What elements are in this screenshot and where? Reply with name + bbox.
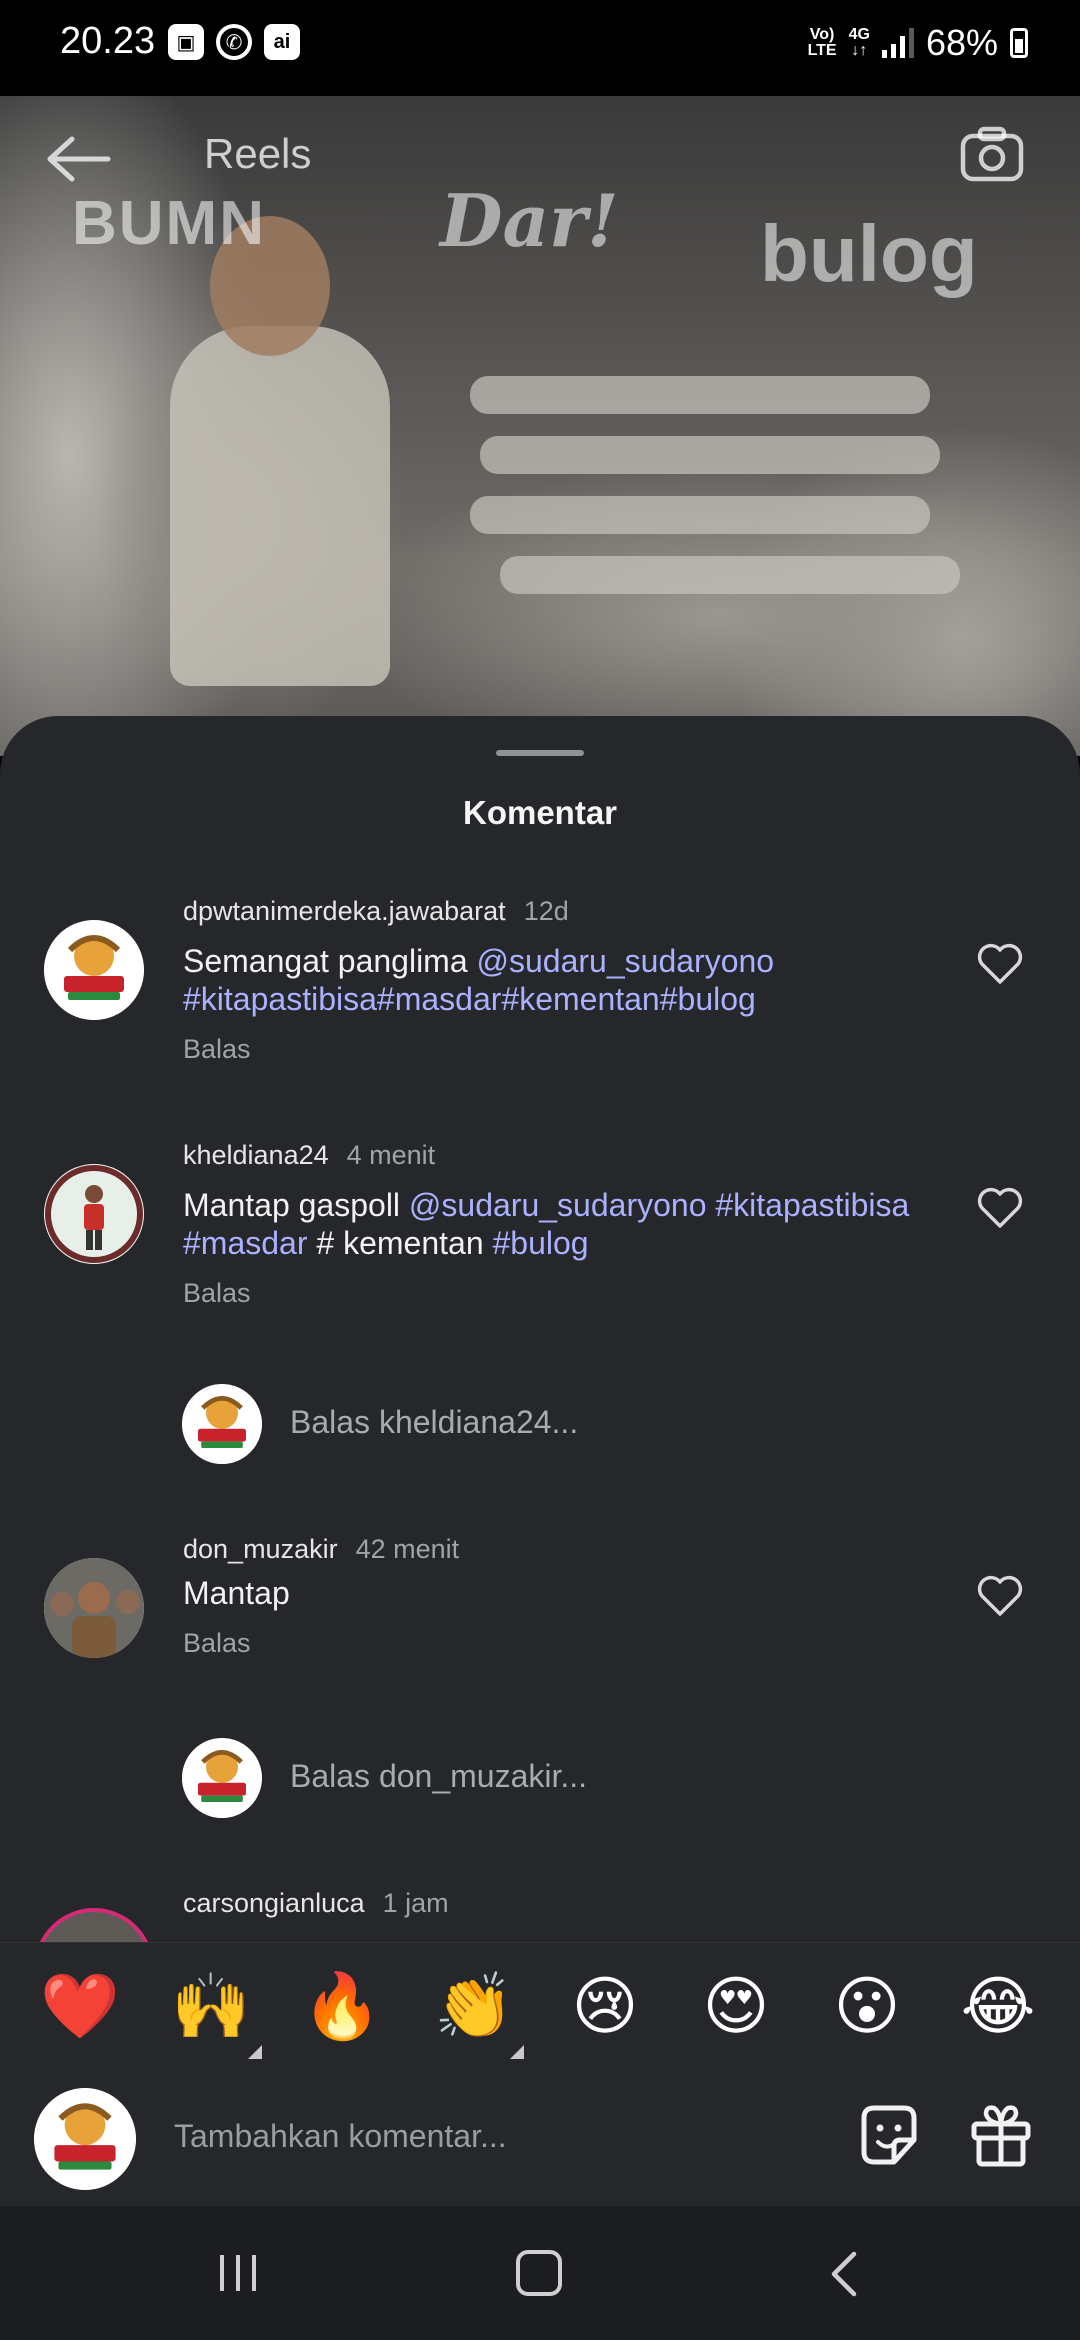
- comment-time: 12d: [523, 896, 569, 926]
- reply-input-placeholder[interactable]: Balas don_muzakir...: [290, 1758, 587, 1795]
- my-avatar-small: [182, 1384, 262, 1464]
- volte-indicator: Vo) LTE: [807, 26, 837, 59]
- avatar[interactable]: [44, 1164, 144, 1264]
- tani-merdeka-logo: [44, 920, 144, 1020]
- comment-item: don_muzakir 42 menit Mantap Balas: [0, 1534, 1080, 1664]
- hashtag-link[interactable]: #masdar: [183, 1225, 308, 1261]
- comment-text: Mantap: [183, 1575, 290, 1611]
- comment-input[interactable]: Tambahkan komentar...: [174, 2118, 507, 2155]
- user-photo: [44, 1558, 144, 1658]
- raising-hands-emoji[interactable]: 🙌: [171, 1967, 251, 2047]
- back-arrow-icon[interactable]: [44, 134, 114, 184]
- whatsapp-icon: ✆: [216, 24, 252, 60]
- skin-tone-indicator: [510, 2045, 524, 2059]
- recent-apps-icon[interactable]: [216, 2252, 260, 2294]
- reply-button[interactable]: Balas: [183, 1628, 251, 1659]
- rice-sacks: [500, 556, 960, 594]
- heart-emoji[interactable]: ❤️: [40, 1967, 120, 2047]
- laughing-emoji[interactable]: 😂: [958, 1967, 1038, 2047]
- battery-icon: [1010, 28, 1028, 58]
- comment-text: Mantap gaspoll @sudaru_sudaryono #kitapa…: [183, 1187, 910, 1261]
- quick-emoji-bar: ❤️ 🙌 🔥 👏 😢 😍 😮 😂: [0, 1942, 1080, 2074]
- comment-username[interactable]: kheldiana24: [183, 1140, 329, 1170]
- battery-percent: 68%: [925, 22, 998, 63]
- reply-prompt[interactable]: Balas don_muzakir...: [0, 1738, 1080, 1818]
- comment-meta: carsongianluca 1 jam: [183, 1888, 449, 1919]
- surprised-emoji[interactable]: 😮: [827, 1967, 907, 2047]
- comment-time: 42 menit: [355, 1534, 460, 1564]
- comment-time: 4 menit: [346, 1140, 436, 1170]
- worker-figure: [170, 326, 390, 686]
- hashtag-link[interactable]: #bulog: [493, 1225, 589, 1261]
- skin-tone-indicator: [248, 2045, 262, 2059]
- comment-meta: don_muzakir 42 menit: [183, 1534, 459, 1565]
- avatar[interactable]: [44, 920, 144, 1020]
- clapping-emoji[interactable]: 👏: [434, 1967, 514, 2047]
- reels-title: Reels: [204, 130, 312, 177]
- notification-icons: ▣ ✆ ai: [168, 24, 300, 60]
- home-icon[interactable]: [516, 2250, 562, 2296]
- heart-icon[interactable]: [976, 942, 1024, 986]
- 4g-indicator: 4G ↓↑: [848, 26, 870, 59]
- signal-icon: [881, 28, 914, 58]
- mention-link[interactable]: @sudaru_sudaryono: [477, 943, 775, 979]
- reel-video[interactable]: BUMN Dar! bulog Reels: [0, 96, 1080, 756]
- comment-meta: dpwtanimerdeka.jawabarat 12d: [183, 896, 569, 927]
- watermark-bulog: bulog: [760, 209, 978, 298]
- hashtag-links[interactable]: #kitapastibisa#masdar#kementan#bulog: [183, 981, 756, 1017]
- sheet-title: Komentar: [462, 794, 618, 831]
- comment-time: 1 jam: [382, 1888, 449, 1918]
- hashtag-link[interactable]: #kitapastibisa: [715, 1187, 909, 1223]
- watermark-bumn: BUMN: [72, 189, 266, 258]
- tani-merdeka-logo: [182, 1738, 262, 1818]
- sheet-drag-handle[interactable]: [496, 750, 584, 756]
- system-nav-bar: [0, 2206, 1080, 2340]
- my-avatar-small: [182, 1738, 262, 1818]
- comment-item: kheldiana24 4 menit Mantap gaspoll @sudar…: [0, 1140, 1080, 1320]
- comment-text: Semangat panglima @sudaru_sudaryono #kit…: [183, 943, 775, 1017]
- camera-icon[interactable]: [960, 126, 1024, 182]
- rice-sacks: [470, 376, 930, 414]
- mention-link[interactable]: @sudaru_sudaryono: [409, 1187, 707, 1223]
- reply-button[interactable]: Balas: [183, 1034, 251, 1065]
- status-right: Vo) LTE 4G ↓↑ 68%: [808, 22, 1028, 64]
- rice-sacks: [470, 496, 930, 534]
- sticker-icon[interactable]: [854, 2100, 924, 2170]
- tani-merdeka-logo: [182, 1384, 262, 1464]
- gallery-icon: ▣: [168, 24, 204, 60]
- gift-icon[interactable]: [966, 2100, 1036, 2170]
- status-bar: 20.23 ▣ ✆ ai Vo) LTE 4G ↓↑ 68%: [0, 0, 1080, 96]
- my-avatar: [34, 2088, 136, 2190]
- heart-icon[interactable]: [976, 1186, 1024, 1230]
- avatar[interactable]: [44, 1558, 144, 1658]
- comment-username[interactable]: carsongianluca: [183, 1888, 365, 1918]
- tani-merdeka-logo: [34, 2088, 136, 2190]
- comment-item: dpwtanimerdeka.jawabarat 12d Semangat pan…: [0, 896, 1080, 1096]
- ai-app-icon: ai: [264, 24, 300, 60]
- back-icon[interactable]: [828, 2250, 858, 2298]
- fire-emoji[interactable]: 🔥: [302, 1967, 382, 2047]
- rice-sacks: [480, 436, 940, 474]
- comment-input-row: Tambahkan komentar...: [0, 2074, 1080, 2206]
- comment-username[interactable]: don_muzakir: [183, 1534, 338, 1564]
- comment-username[interactable]: dpwtanimerdeka.jawabarat: [183, 896, 506, 926]
- crying-emoji[interactable]: 😢: [565, 1967, 645, 2047]
- heart-icon[interactable]: [976, 1574, 1024, 1618]
- reply-button[interactable]: Balas: [183, 1278, 251, 1309]
- status-time: 20.23: [60, 20, 156, 62]
- heart-eyes-emoji[interactable]: 😍: [696, 1967, 776, 2047]
- comment-meta: kheldiana24 4 menit: [183, 1140, 435, 1171]
- reply-input-placeholder[interactable]: Balas kheldiana24...: [290, 1404, 578, 1441]
- reply-prompt[interactable]: Balas kheldiana24...: [0, 1384, 1080, 1464]
- user-photo: [44, 1164, 144, 1264]
- watermark-dar: Dar!: [440, 178, 619, 263]
